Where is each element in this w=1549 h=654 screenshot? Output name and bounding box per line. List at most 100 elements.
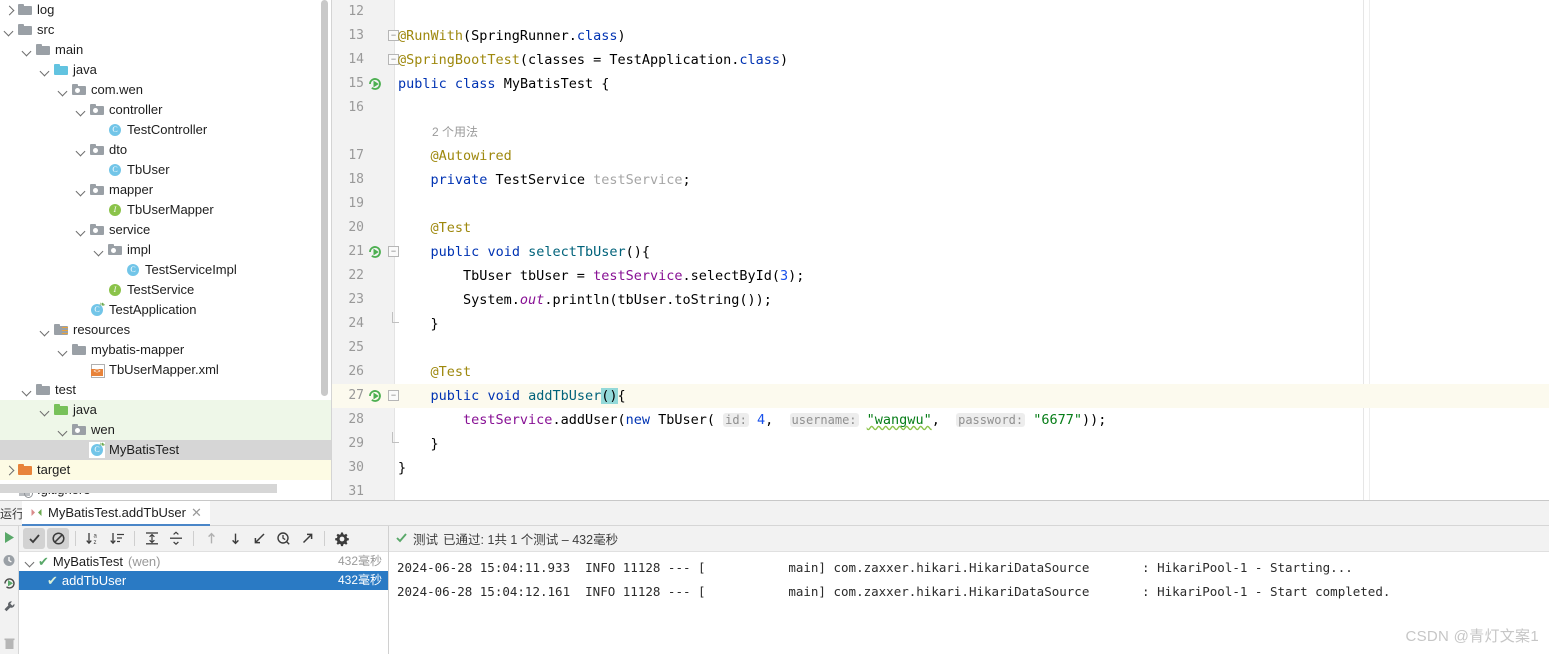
test-result-row[interactable]: ✔ addTbUser 432毫秒 (19, 571, 388, 590)
chevron-down-icon[interactable] (94, 245, 105, 256)
code-line[interactable]: 23 System.out.println(tbUser.toString())… (332, 288, 1549, 312)
chevron-down-icon[interactable] (22, 45, 33, 56)
test-history-button[interactable] (272, 528, 294, 549)
code-line[interactable]: 27− public void addTbUser(){ (332, 384, 1549, 408)
run-tab-mybatistest-addtbuser[interactable]: MyBatisTest.addTbUser ✕ (22, 501, 210, 526)
chevron-down-icon[interactable] (58, 345, 69, 356)
package-icon (89, 222, 105, 238)
code-line[interactable]: 21− public void selectTbUser(){ (332, 240, 1549, 264)
chevron-down-icon[interactable] (76, 225, 87, 236)
code-token: testService (593, 172, 683, 188)
tree-item-impl[interactable]: impl (0, 240, 331, 260)
tree-item-resources[interactable]: resources (0, 320, 331, 340)
tree-item-testcontroller[interactable]: C TestController (0, 120, 331, 140)
rerun-button[interactable] (2, 530, 17, 545)
tree-item-log[interactable]: log (0, 0, 331, 20)
show-passed-toggle[interactable] (23, 528, 45, 549)
tree-item-testserviceimpl[interactable]: C TestServiceImpl (0, 260, 331, 280)
tree-item-mybatis-mapper[interactable]: mybatis-mapper (0, 340, 331, 360)
tree-item-java[interactable]: java (0, 60, 331, 80)
code-line[interactable]: 22 TbUser tbUser = testService.selectByI… (332, 264, 1549, 288)
sort-alphabetically-button[interactable]: a z (82, 528, 104, 549)
project-tree-panel[interactable]: log src main java com.wen controller C TestCont… (0, 0, 331, 500)
chevron-down-icon[interactable] (58, 425, 69, 436)
code-line[interactable]: 18 private TestService testService; (332, 168, 1549, 192)
previous-failed-test-button[interactable] (200, 528, 222, 549)
code-line[interactable]: 19 (332, 192, 1549, 216)
chevron-down-icon[interactable] (25, 556, 36, 567)
code-line[interactable]: 28 testService.addUser(new TbUser( id: 4… (332, 408, 1549, 432)
tree-item-tbusermapper[interactable]: I TbUserMapper (0, 200, 331, 220)
chevron-down-icon[interactable] (76, 105, 87, 116)
tree-item-service[interactable]: service (0, 220, 331, 240)
code-line[interactable]: 16 (332, 96, 1549, 120)
chevron-down-icon[interactable] (40, 405, 51, 416)
code-line[interactable]: 2 个用法 (332, 120, 1549, 144)
tree-item-mapper[interactable]: mapper (0, 180, 331, 200)
expand-all-button[interactable] (141, 528, 163, 549)
test-settings-gear-icon[interactable] (331, 528, 353, 549)
code-line[interactable]: 15 public class MyBatisTest { (332, 72, 1549, 96)
next-failed-test-button[interactable] (224, 528, 246, 549)
tree-item-src[interactable]: src (0, 20, 331, 40)
console-output[interactable]: 2024-06-28 15:04:11.933 INFO 11128 --- [… (389, 552, 1549, 654)
code-line[interactable]: 29 } (332, 432, 1549, 456)
chevron-down-icon[interactable] (76, 145, 87, 156)
console-line: 2024-06-28 15:04:12.161 INFO 11128 --- [… (397, 584, 1391, 599)
tree-item-target[interactable]: target (0, 460, 331, 480)
collapse-all-button[interactable] (165, 528, 187, 549)
tree-item-controller[interactable]: controller (0, 100, 331, 120)
code-line[interactable]: 26 @Test (332, 360, 1549, 384)
tree-item-wen[interactable]: wen (0, 420, 331, 440)
rerun-tests-icon[interactable] (2, 576, 17, 591)
tree-item-main[interactable]: main (0, 40, 331, 60)
close-icon[interactable]: ✕ (191, 505, 202, 521)
chevron-down-icon[interactable] (40, 65, 51, 76)
tree-item-com-wen[interactable]: com.wen (0, 80, 331, 100)
tree-item-label: MyBatisTest (109, 442, 180, 457)
tree-item-testapplication[interactable]: C ❧ TestApplication (0, 300, 331, 320)
code-line[interactable]: 24 } (332, 312, 1549, 336)
chevron-down-icon[interactable] (22, 385, 33, 396)
usage-inlay-hint[interactable]: 2 个用法 (432, 120, 478, 144)
sort-by-duration-button[interactable] (106, 528, 128, 549)
code-editor[interactable]: 12 13− @RunWith(SpringRunner.class) 14− @Spr… (332, 0, 1549, 500)
export-test-results-button[interactable] (296, 528, 318, 549)
chevron-down-icon[interactable] (58, 85, 69, 96)
run-test-gutter-icon[interactable] (368, 245, 382, 259)
chevron-down-icon[interactable] (40, 325, 51, 336)
code-line[interactable]: 30} (332, 456, 1549, 480)
code-line[interactable]: 20 @Test (332, 216, 1549, 240)
project-tree-scrollbar[interactable] (321, 0, 328, 396)
settings-wrench-icon[interactable] (2, 599, 17, 614)
rerun-failed-tests-button[interactable] (248, 528, 270, 549)
test-result-row[interactable]: ✔ MyBatisTest (wen) 432毫秒 (19, 552, 388, 571)
code-line[interactable]: 13− @RunWith(SpringRunner.class) (332, 24, 1549, 48)
chevron-down-icon[interactable] (76, 185, 87, 196)
code-line[interactable]: 25 (332, 336, 1549, 360)
show-ignored-toggle[interactable] (47, 528, 69, 549)
test-results-tree[interactable]: ✔ MyBatisTest (wen) 432毫秒 ✔ addTbUser 432毫秒 (19, 552, 388, 654)
tree-item-java[interactable]: java (0, 400, 331, 420)
code-line[interactable]: 14− @SpringBootTest(classes = TestApplica… (332, 48, 1549, 72)
run-test-gutter-icon[interactable] (368, 77, 382, 91)
chevron-down-icon[interactable] (4, 25, 15, 36)
tree-item-mybatistest[interactable]: C ❧ MyBatisTest (0, 440, 331, 460)
tree-item-test[interactable]: test (0, 380, 331, 400)
tree-item-tbusermapper-xml[interactable]: <> TbUserMapper.xml (0, 360, 331, 380)
code-line[interactable]: 17 @Autowired (332, 144, 1549, 168)
tree-item-tbuser[interactable]: C TbUser (0, 160, 331, 180)
chevron-right-icon[interactable] (4, 5, 15, 16)
rerun-debug-icon[interactable] (2, 553, 17, 568)
tree-item-dto[interactable]: dto (0, 140, 331, 160)
run-test-gutter-icon[interactable] (368, 389, 382, 403)
chevron-right-icon[interactable] (4, 465, 15, 476)
test-results-toolbar[interactable]: a z (19, 526, 388, 552)
run-left-rail[interactable] (0, 526, 19, 654)
tree-item-testservice[interactable]: I TestService (0, 280, 331, 300)
code-line[interactable]: 31 (332, 480, 1549, 500)
code-line[interactable]: 12 (332, 0, 1549, 24)
delete-trash-icon[interactable] (2, 636, 17, 651)
run-tab-title: MyBatisTest.addTbUser (48, 505, 186, 520)
